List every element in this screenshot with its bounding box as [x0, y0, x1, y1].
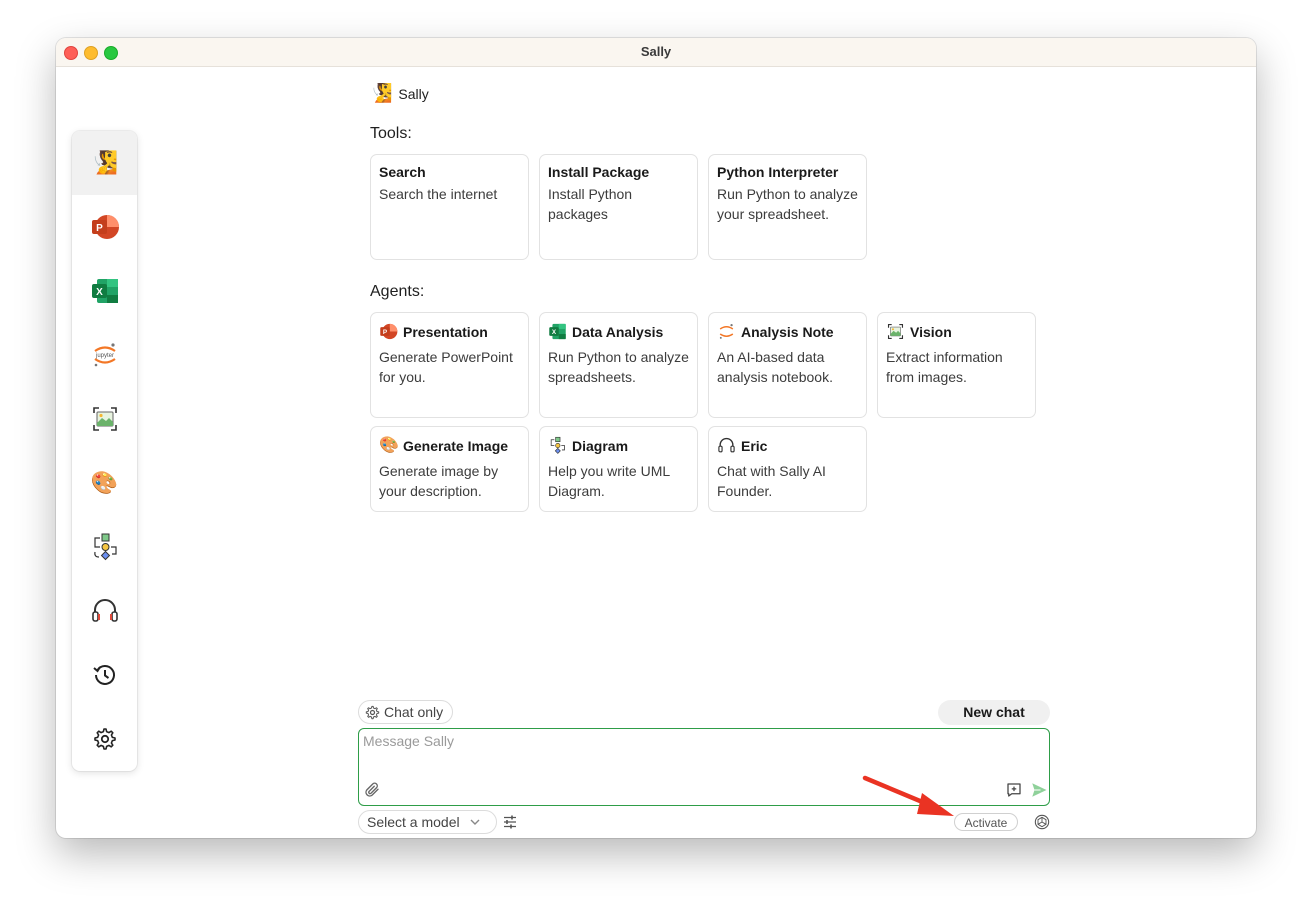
tool-card-install-package[interactable]: Install Package Install Python packages	[539, 154, 698, 260]
agent-card-diagram[interactable]: Diagram Help you write UML Diagram.	[539, 426, 698, 512]
agent-title: Analysis Note	[741, 323, 834, 340]
tool-title: Install Package	[548, 164, 650, 180]
openai-icon	[1034, 814, 1050, 830]
sidebar-item-history[interactable]	[72, 643, 137, 707]
agent-title: Diagram	[572, 437, 629, 454]
agent-card-data-analysis[interactable]: X Data Analysis Run Python to analyze sp…	[539, 312, 698, 418]
sidebar-item-data-analysis[interactable]: X	[72, 259, 137, 323]
send-icon	[1032, 783, 1047, 797]
sidebar-item-settings[interactable]	[72, 707, 137, 771]
paperclip-icon	[365, 782, 379, 797]
send-button[interactable]	[1030, 781, 1048, 799]
jupyter-icon: jupyter	[93, 343, 116, 367]
sally-avatar-icon: 🧏	[370, 83, 393, 103]
svg-text:X: X	[96, 287, 103, 298]
agent-card-generate-image[interactable]: 🎨 Generate Image Generate image by your …	[370, 426, 529, 512]
agent-description: Help you write UML Diagram.	[548, 463, 670, 499]
svg-text:P: P	[96, 223, 103, 234]
agent-card-vision[interactable]: Vision Extract information from images.	[877, 312, 1036, 418]
agent-card-presentation[interactable]: P Presentation Generate PowerPoint for y…	[370, 312, 529, 418]
powerpoint-icon: P	[91, 215, 119, 239]
vision-icon	[92, 407, 117, 431]
agent-description: Generate image by your description.	[379, 463, 499, 499]
excel-icon: X	[548, 322, 567, 341]
agent-card-eric[interactable]: Eric Chat with Sally AI Founder.	[708, 426, 867, 512]
agent-title: Generate Image	[403, 437, 509, 454]
powerpoint-icon: P	[379, 322, 398, 341]
app-window: Sally 🧏 P X jupyter 🎨 🧏 Sally Tools: Sea…	[56, 38, 1256, 838]
palette-icon: 🎨	[379, 437, 399, 454]
agent-header: 🧏 Sally	[370, 83, 429, 104]
attach-button[interactable]	[363, 781, 381, 799]
excel-icon: X	[91, 279, 118, 303]
agent-description: Chat with Sally AI Founder.	[717, 463, 826, 499]
gear-icon	[365, 705, 380, 719]
agent-card-analysis-note[interactable]: Analysis Note An AI-based data analysis …	[708, 312, 867, 418]
diagram-icon	[548, 436, 567, 455]
tool-description: Run Python to analyze your spreadsheet.	[717, 186, 858, 222]
model-select-label: Select a model	[367, 814, 460, 830]
tools-heading: Tools:	[370, 125, 412, 142]
activate-button[interactable]: Activate	[954, 813, 1018, 831]
agent-title: Presentation	[403, 323, 488, 340]
sidebar-item-eric[interactable]	[72, 579, 137, 643]
agent-description: Extract information from images.	[886, 349, 1003, 385]
tool-title: Python Interpreter	[717, 164, 839, 180]
annotation-arrow	[862, 775, 954, 816]
chat-only-label: Chat only	[384, 704, 444, 720]
sally-avatar-icon: 🧏	[90, 150, 119, 175]
add-prompt-button[interactable]	[1005, 781, 1023, 799]
svg-text:P: P	[383, 329, 387, 336]
add-message-icon	[1007, 783, 1021, 797]
history-icon	[92, 665, 115, 685]
chevron-down-icon	[470, 819, 480, 825]
openai-button[interactable]	[1033, 813, 1051, 831]
sidebar-item-presentation[interactable]: P	[72, 195, 137, 259]
title-bar: Sally	[56, 38, 1256, 67]
agent-title: Vision	[910, 323, 952, 340]
svg-text:jupyter: jupyter	[94, 353, 113, 359]
headphones-icon	[717, 436, 736, 455]
tool-description: Install Python packages	[548, 186, 633, 222]
agent-name: Sally	[398, 85, 429, 102]
diagram-icon	[93, 533, 117, 561]
tool-description: Search the internet	[379, 186, 498, 202]
tool-card-search[interactable]: Search Search the internet	[370, 154, 529, 260]
sidebar: 🧏 P X jupyter 🎨	[72, 131, 137, 771]
model-select[interactable]: Select a model	[358, 810, 497, 834]
agent-description: An AI-based data analysis notebook.	[717, 349, 833, 385]
sidebar-item-sally[interactable]: 🧏	[72, 131, 137, 195]
model-settings-button[interactable]	[501, 813, 519, 831]
message-input[interactable]	[363, 733, 1043, 773]
vision-icon	[886, 322, 905, 341]
chat-only-toggle[interactable]: Chat only	[358, 700, 453, 724]
agent-description: Run Python to analyze spreadsheets.	[548, 349, 689, 385]
new-chat-button[interactable]: New chat	[938, 700, 1050, 725]
tool-card-python-interpreter[interactable]: Python Interpreter Run Python to analyze…	[708, 154, 867, 260]
palette-icon: 🎨	[90, 470, 119, 495]
agents-heading: Agents:	[370, 283, 425, 300]
sidebar-item-vision[interactable]	[72, 387, 137, 451]
jupyter-icon	[717, 322, 736, 341]
agent-title: Eric	[741, 437, 768, 454]
window-title: Sally	[640, 44, 672, 59]
sidebar-item-diagram[interactable]	[72, 515, 137, 579]
headphones-icon	[91, 599, 118, 622]
agent-description: Generate PowerPoint for you.	[379, 349, 513, 385]
sliders-icon	[504, 815, 516, 829]
agent-title: Data Analysis	[572, 323, 664, 340]
gear-icon	[93, 728, 116, 750]
sidebar-item-generate-image[interactable]: 🎨	[72, 451, 137, 515]
sidebar-item-analysis-note[interactable]: jupyter	[72, 323, 137, 387]
tool-title: Search	[379, 164, 426, 180]
